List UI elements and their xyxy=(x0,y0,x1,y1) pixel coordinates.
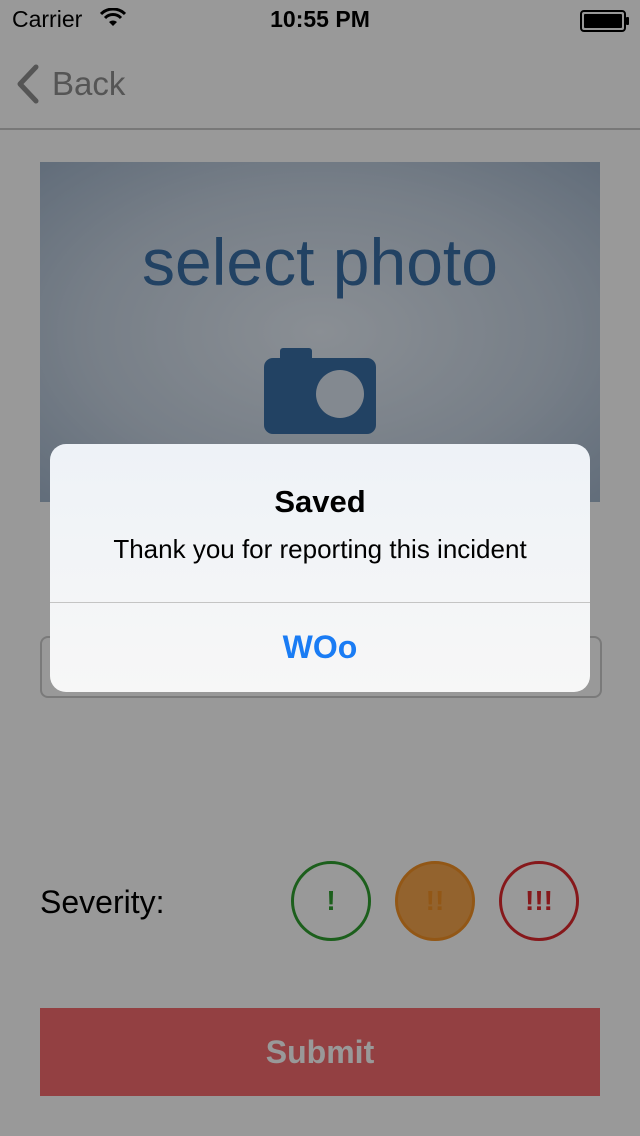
alert-confirm-button[interactable]: WOo xyxy=(50,603,590,692)
alert-title: Saved xyxy=(274,484,366,519)
alert-dialog: Saved Thank you for reporting this incid… xyxy=(50,444,590,692)
alert-message: Thank you for reporting this incident xyxy=(113,534,527,564)
